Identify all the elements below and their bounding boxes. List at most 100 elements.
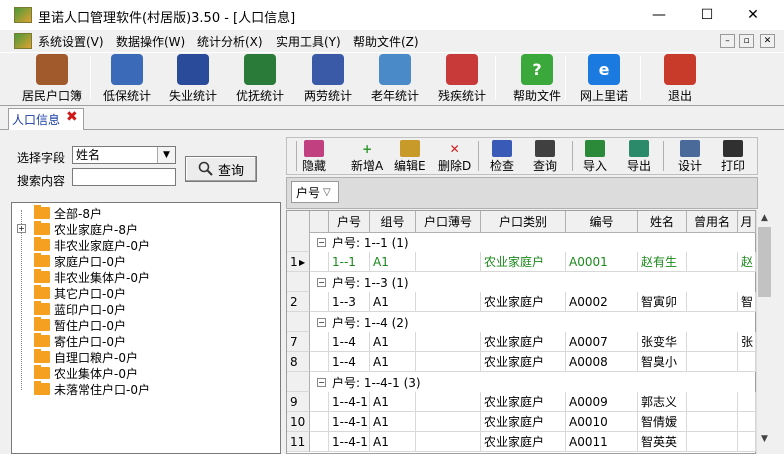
tree-item[interactable]: 农业家庭户-8户 [22, 221, 138, 237]
table-cell[interactable] [416, 252, 481, 272]
collapse-icon[interactable]: − [317, 317, 326, 327]
table-cell[interactable]: 赵 [738, 252, 756, 272]
grid-group-row[interactable]: − 户号: 1--4 (2) [287, 312, 756, 332]
toolbar-button-6[interactable]: 残疾统计 [434, 54, 490, 104]
menu-help[interactable]: 帮助文件(Z) [353, 33, 419, 50]
sort-arrow-icon[interactable]: ▽ [323, 187, 331, 198]
table-cell[interactable]: 1--4 [329, 332, 370, 352]
table-cell[interactable]: 赵有生 [638, 252, 687, 272]
table-cell[interactable]: 1--4-1 [329, 412, 370, 432]
table-row[interactable]: 7 1--4 A1 农业家庭户 A0007 张变华 张 [287, 332, 756, 352]
table-cell[interactable]: 智 [738, 292, 756, 312]
table-cell[interactable]: 张变华 [638, 332, 687, 352]
table-row[interactable]: 2 1--3 A1 农业家庭户 A0002 智寅卯 智 [287, 292, 756, 312]
scroll-down-icon[interactable]: ▼ [758, 432, 771, 446]
menu-tools[interactable]: 实用工具(Y) [276, 33, 341, 50]
collapse-icon[interactable]: − [317, 377, 326, 387]
group-header[interactable]: − 户号: 1--4-1 (3) [317, 372, 421, 392]
search-input[interactable] [72, 168, 176, 186]
collapse-icon[interactable]: − [317, 237, 326, 247]
grid-column-header[interactable]: 曾用名 [687, 211, 738, 233]
query-button[interactable]: 查询 [185, 156, 257, 182]
mdi-close-button[interactable]: ✕ [760, 34, 775, 48]
table-cell[interactable]: 农业家庭户 [481, 332, 566, 352]
table-cell[interactable]: A0007 [566, 332, 638, 352]
table-cell[interactable] [687, 332, 738, 352]
table-cell[interactable] [416, 332, 481, 352]
grid-toolbar-button-7[interactable]: 导出 [627, 140, 651, 174]
toolbar-button-4[interactable]: 两劳统计 [300, 54, 356, 104]
tree-item[interactable]: 蓝印户口-0户 [22, 301, 126, 317]
panel-splitter[interactable] [281, 130, 285, 454]
table-cell[interactable]: A1 [370, 252, 416, 272]
table-row[interactable]: 10 1--4-1 A1 农业家庭户 A0010 智倩嫒 [287, 412, 756, 432]
toolbar-button-5[interactable]: 老年统计 [368, 54, 422, 104]
group-header[interactable]: − 户号: 1--4 (2) [317, 312, 409, 332]
grid-toolbar-button-5[interactable]: 查询 [533, 140, 557, 174]
table-cell[interactable]: 农业家庭户 [481, 392, 566, 412]
grid-toolbar-button-3[interactable]: ✕ 删除D [438, 140, 471, 174]
table-cell[interactable]: 农业家庭户 [481, 252, 566, 272]
tree-item[interactable]: 未落常住户口-0户 [22, 381, 150, 397]
toolbar-button-9[interactable]: 退出 [660, 54, 700, 104]
tree-item[interactable]: 非农业集体户-0户 [22, 269, 150, 285]
tree-item[interactable]: 暂住户口-0户 [22, 317, 126, 333]
table-cell[interactable] [687, 432, 738, 452]
table-cell[interactable]: 农业家庭户 [481, 352, 566, 372]
table-cell[interactable] [687, 292, 738, 312]
table-cell[interactable]: 农业家庭户 [481, 432, 566, 452]
table-row[interactable]: 8 1--4 A1 农业家庭户 A0008 智臭小 [287, 352, 756, 372]
tree-item[interactable]: 寄住户口-0户 [22, 333, 126, 349]
table-cell[interactable]: 智臭小 [638, 352, 687, 372]
table-cell[interactable]: 1--4-1 [329, 392, 370, 412]
grid-toolbar-button-6[interactable]: 导入 [583, 140, 607, 174]
table-cell[interactable] [416, 392, 481, 412]
grid-toolbar-button-8[interactable]: 设计 [678, 140, 702, 174]
chevron-down-icon[interactable]: ▼ [157, 147, 175, 163]
table-cell[interactable]: A1 [370, 352, 416, 372]
grid-toolbar-button-4[interactable]: 检查 [490, 140, 514, 174]
grid-toolbar-button-0[interactable]: 隐藏 [302, 140, 326, 174]
table-row[interactable]: 9 1--4-1 A1 农业家庭户 A0009 郭志义 [287, 392, 756, 412]
table-cell[interactable] [738, 432, 756, 452]
toolbar-button-7[interactable]: ? 帮助文件 [509, 54, 565, 104]
table-cell[interactable]: 农业家庭户 [481, 292, 566, 312]
grid-toolbar-button-2[interactable]: 编辑E [394, 140, 426, 174]
group-header[interactable]: − 户号: 1--1 (1) [317, 232, 409, 252]
table-cell[interactable]: A1 [370, 292, 416, 312]
table-cell[interactable]: A0008 [566, 352, 638, 372]
toolbar-button-8[interactable]: e 网上里诺 [576, 54, 632, 104]
table-cell[interactable]: A0001 [566, 252, 638, 272]
table-cell[interactable]: 张 [738, 332, 756, 352]
group-by-chip[interactable]: 户号 ▽ [291, 181, 339, 203]
table-cell[interactable]: A1 [370, 332, 416, 352]
grid-column-header[interactable]: 组号 [370, 211, 416, 233]
tab-close-icon[interactable]: ✖ [66, 109, 78, 125]
table-row[interactable]: 11 1--4-1 A1 农业家庭户 A0011 智英英 [287, 432, 756, 452]
tree-item[interactable]: 家庭户口-0户 [22, 253, 126, 269]
grid-group-row[interactable]: − 户号: 1--1 (1) [287, 232, 756, 252]
menu-system-settings[interactable]: 系统设置(V) [38, 33, 104, 50]
toolbar-button-3[interactable]: 优抚统计 [233, 54, 287, 104]
toolbar-button-0[interactable]: 居民户口簿 [18, 54, 86, 104]
grid-column-header[interactable]: 月 [738, 211, 756, 233]
maximize-button[interactable]: ☐ [684, 0, 730, 30]
grid-toolbar-button-9[interactable]: 打印 [721, 140, 745, 174]
tree-item[interactable]: 农业集体户-0户 [22, 365, 138, 381]
table-cell[interactable]: A0011 [566, 432, 638, 452]
tree-item[interactable]: 非农业家庭户-0户 [22, 237, 150, 253]
scrollbar-thumb[interactable] [758, 227, 771, 297]
table-cell[interactable]: A0002 [566, 292, 638, 312]
collapse-icon[interactable]: − [317, 277, 326, 287]
grid-column-header[interactable]: 姓名 [638, 211, 687, 233]
grid-column-header[interactable]: 户口薄号 [416, 211, 481, 233]
table-cell[interactable]: 1--1 [329, 252, 370, 272]
table-cell[interactable] [687, 252, 738, 272]
tree-item[interactable]: 其它户口-0户 [22, 285, 126, 301]
table-cell[interactable] [738, 392, 756, 412]
table-row[interactable]: 1 ▶ 1--1 A1 农业家庭户 A0001 赵有生赵 [287, 252, 756, 272]
table-cell[interactable]: A0010 [566, 412, 638, 432]
table-cell[interactable] [416, 412, 481, 432]
grid-toolbar-button-1[interactable]: + 新增A [351, 140, 383, 174]
menu-statistics[interactable]: 统计分析(X) [197, 33, 263, 50]
